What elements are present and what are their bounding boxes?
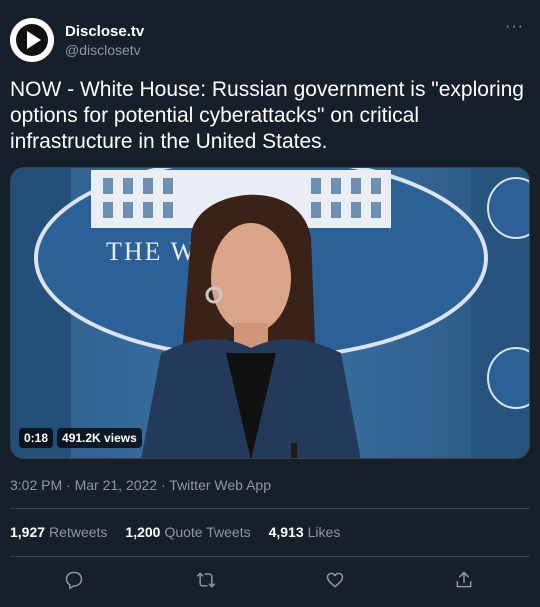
reply-button[interactable] [60,566,88,594]
action-bar [10,566,530,594]
likes-stat[interactable]: 4,913 Likes [269,524,341,540]
avatar[interactable] [10,18,54,62]
video-meta: 0:18 491.2K views [19,428,142,448]
likes-label: Likes [307,524,341,540]
tweet-text: NOW - White House: Russian government is… [10,78,524,153]
reply-icon [65,571,83,590]
disclose-logo-icon [10,18,54,62]
retweets-label: Retweets [49,524,108,540]
more-options-icon[interactable]: ··· [505,18,524,36]
tweet-stats: 1,927 Retweets 1,200 Quote Tweets 4,913 Lik… [10,524,340,540]
like-icon [326,572,344,588]
quote-tweets-label: Quote Tweets [164,524,251,540]
video-thumbnail: THE W HOUSE [11,168,529,458]
video-views: 491.2K views [57,428,142,448]
account-handle[interactable]: @disclosetv [65,42,141,58]
tweet-time[interactable]: 3:02 PM [10,477,62,493]
separator: · [62,477,75,493]
separator: · [157,477,170,493]
share-button[interactable] [450,566,478,594]
retweet-icon [196,572,216,588]
tweet-date[interactable]: Mar 21, 2022 [75,477,158,493]
video-duration: 0:18 [19,428,54,448]
quote-tweets-stat[interactable]: 1,200 Quote Tweets [125,524,250,540]
retweets-stat[interactable]: 1,927 Retweets [10,524,107,540]
tweet-source[interactable]: Twitter Web App [169,477,271,493]
account-name[interactable]: Disclose.tv [65,23,144,40]
likes-count: 4,913 [268,524,304,540]
share-icon [456,571,472,588]
quote-tweets-count: 1,200 [125,524,161,540]
tweet-timestamp: 3:02 PM · Mar 21, 2022 · Twitter Web App [10,477,271,493]
divider [10,556,530,557]
divider [10,508,530,509]
video-player[interactable]: THE W HOUSE 0:18 491.2K views [10,167,530,459]
retweet-button[interactable] [192,566,220,594]
tweet-header: Disclose.tv @disclosetv ··· [10,18,530,64]
retweets-count: 1,927 [10,524,46,540]
like-button[interactable] [321,566,349,594]
